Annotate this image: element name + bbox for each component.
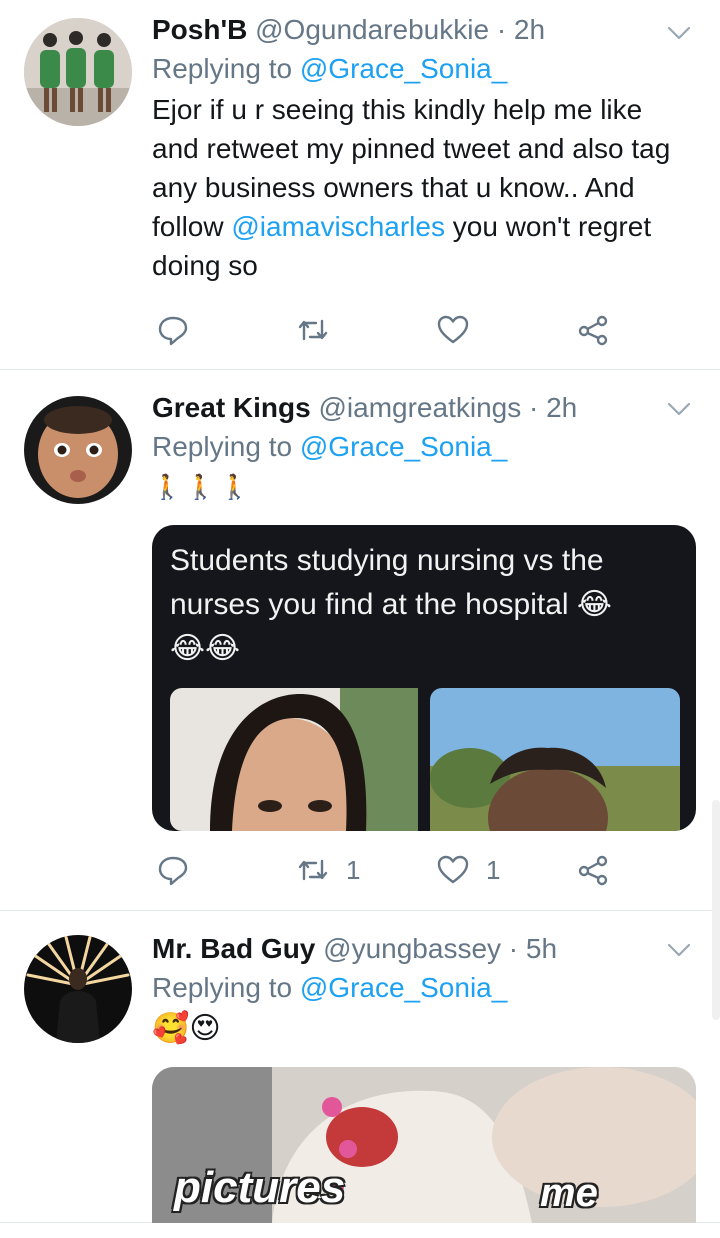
reply-button[interactable]: [156, 310, 190, 350]
reply-mention-link[interactable]: @Grace_Sonia_: [300, 53, 507, 84]
like-button[interactable]: 1: [436, 850, 500, 890]
reply-mention-link[interactable]: @Grace_Sonia_: [300, 972, 507, 1003]
separator-dot: ·: [508, 933, 519, 964]
tweet-actions: 1 1: [152, 850, 622, 890]
separator-dot: ·: [496, 14, 507, 45]
retweet-icon: [298, 319, 328, 341]
timestamp[interactable]: 2h: [514, 14, 545, 45]
avatar[interactable]: [24, 18, 132, 126]
timestamp[interactable]: 2h: [546, 392, 577, 423]
mention-link[interactable]: @iamavischarles: [231, 211, 445, 242]
media-photo-left: [170, 688, 418, 831]
reply-button[interactable]: [156, 850, 190, 890]
retweet-button[interactable]: [296, 310, 346, 350]
share-button[interactable]: [576, 850, 610, 890]
avatar-image: [24, 935, 132, 1043]
user-handle[interactable]: @yungbassey: [323, 933, 501, 964]
retweet-button[interactable]: 1: [296, 850, 360, 890]
media-word-left: pictures: [174, 1163, 346, 1212]
like-icon: [437, 315, 469, 344]
chevron-down-icon[interactable]: [666, 396, 692, 422]
share-icon: [578, 855, 608, 886]
like-count: 1: [486, 854, 501, 885]
like-icon: [437, 855, 469, 884]
media-word-right: me: [540, 1171, 598, 1215]
scrollbar[interactable]: [712, 800, 720, 1020]
media-caption-line: nurses you find at the hospital 😂: [170, 588, 612, 621]
media-caption-line: Students studying nursing vs the: [170, 544, 604, 577]
share-button[interactable]: [576, 310, 610, 350]
replying-to: Replying to @Grace_Sonia_: [152, 428, 696, 466]
retweet-icon: [298, 859, 328, 881]
tweet[interactable]: Mr. Bad Guy @yungbassey · 5h Replying to…: [0, 911, 720, 1223]
avatar-image: [24, 396, 132, 504]
display-name[interactable]: Posh'B: [152, 14, 247, 45]
reply-mention-link[interactable]: @Grace_Sonia_: [300, 431, 507, 462]
tweet-text: Ejor if u r seeing this kindly help me l…: [152, 90, 692, 285]
tweet-header: Posh'B @Ogundarebukkie · 2h: [152, 12, 696, 48]
replying-to: Replying to @Grace_Sonia_: [152, 969, 696, 1007]
media-caption-line: 😂😂: [170, 632, 241, 665]
share-icon: [578, 315, 608, 346]
user-handle[interactable]: @iamgreatkings: [318, 392, 521, 423]
tweet[interactable]: Posh'B @Ogundarebukkie · 2h Replying to …: [0, 0, 720, 370]
user-handle[interactable]: @Ogundarebukkie: [255, 14, 489, 45]
tweet-actions: [152, 310, 622, 350]
timestamp[interactable]: 5h: [526, 933, 557, 964]
tweet-header: Mr. Bad Guy @yungbassey · 5h: [152, 931, 696, 967]
separator-dot: ·: [529, 392, 539, 423]
display-name[interactable]: Mr. Bad Guy: [152, 933, 315, 964]
reply-icon: [158, 856, 188, 886]
like-button[interactable]: [436, 310, 486, 350]
chevron-down-icon[interactable]: [666, 20, 692, 46]
avatar-image: [24, 18, 132, 126]
display-name[interactable]: Great Kings: [152, 392, 311, 423]
reply-icon: [158, 316, 188, 346]
retweet-count: 1: [346, 854, 361, 885]
tweet[interactable]: Great Kings @iamgreatkings · 2h Replying…: [0, 370, 720, 911]
replying-to-label: Replying to: [152, 972, 293, 1003]
tweet-text: 🥰😍: [152, 1012, 221, 1045]
tweet-media-image[interactable]: Students studying nursing vs the nurses …: [152, 525, 696, 831]
replying-to: Replying to @Grace_Sonia_: [152, 50, 696, 88]
tweet-text: 🚶🚶🚶: [152, 474, 254, 501]
tweet-media-image[interactable]: pictures me: [152, 1067, 696, 1223]
media-photo-right: [430, 688, 680, 831]
avatar[interactable]: [24, 935, 132, 1043]
replying-to-label: Replying to: [152, 431, 293, 462]
chevron-down-icon[interactable]: [666, 937, 692, 963]
tweet-header: Great Kings @iamgreatkings · 2h: [152, 390, 696, 426]
media-caption: Students studying nursing vs the nurses …: [170, 539, 682, 671]
replying-to-label: Replying to: [152, 53, 293, 84]
avatar[interactable]: [24, 396, 132, 504]
